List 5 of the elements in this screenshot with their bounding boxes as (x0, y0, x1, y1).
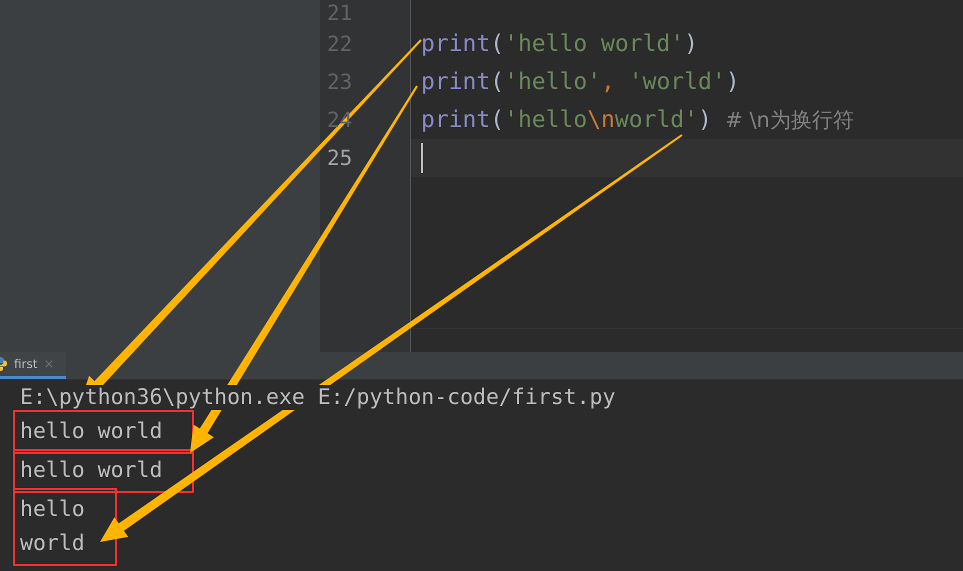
code-line: print('hello\nworld') # \n为换行符 (421, 106, 854, 135)
run-tab[interactable]: first × (0, 352, 66, 379)
code-line: print('hello world') (421, 30, 698, 59)
line-number: 25 (326, 145, 354, 172)
code-line: print('hello', 'world') (421, 68, 740, 97)
